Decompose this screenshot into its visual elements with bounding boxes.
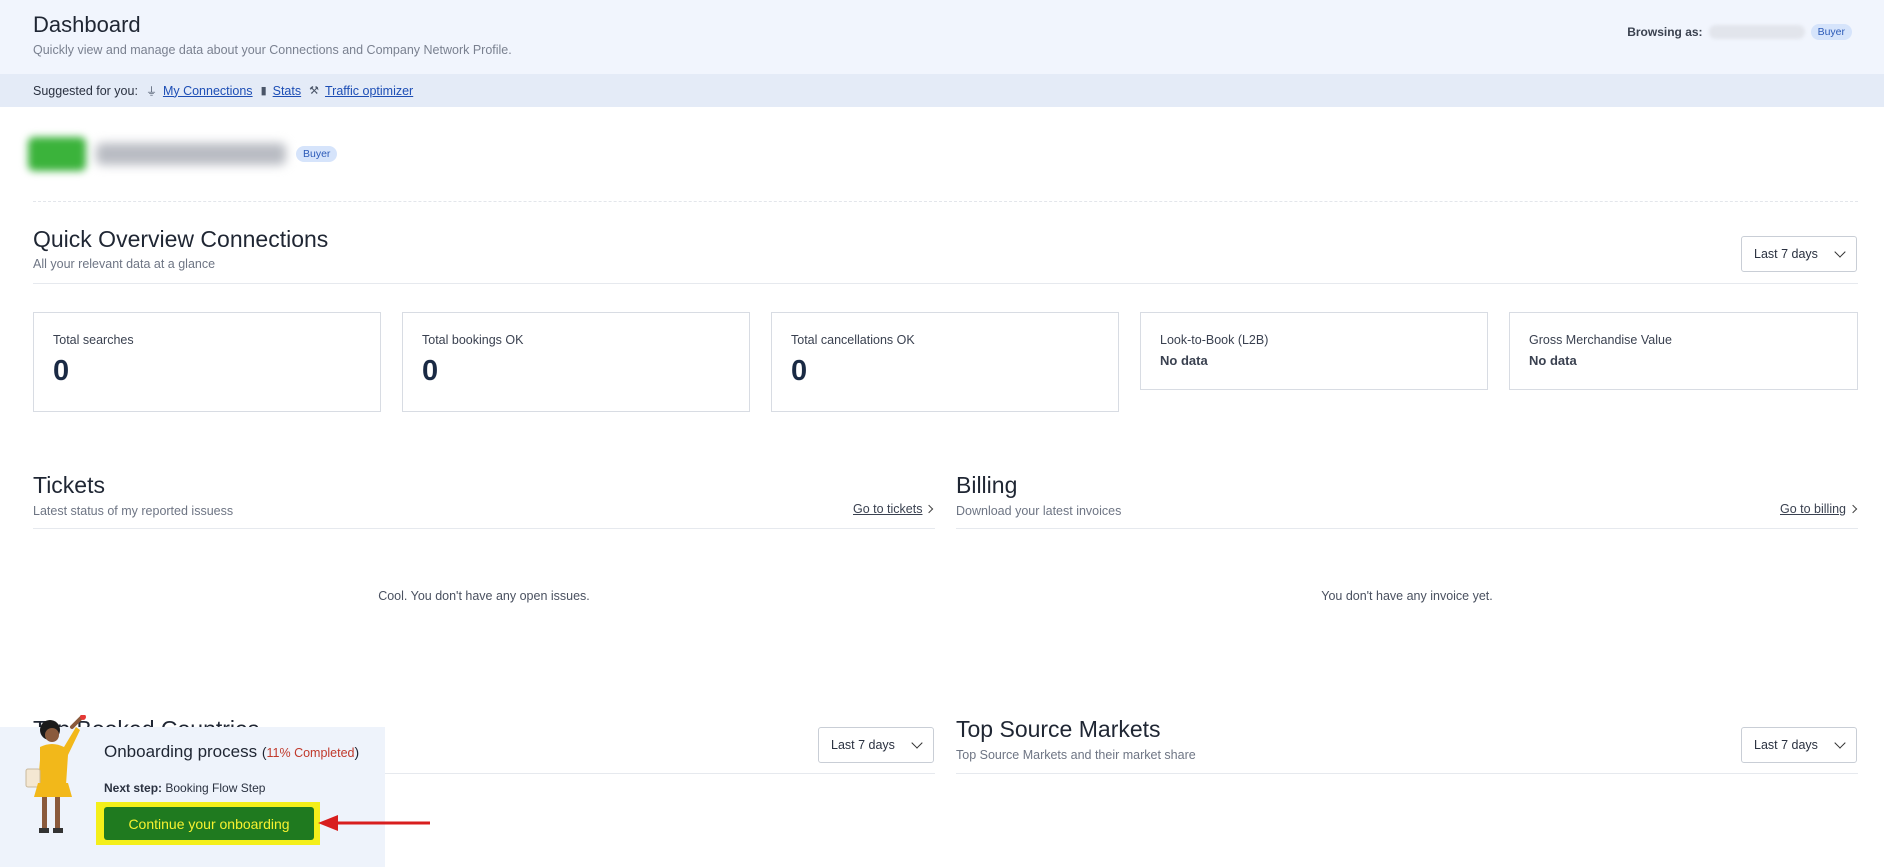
booked-countries-range-value: Last 7 days	[831, 738, 895, 752]
onboarding-title: Onboarding process (11% Completed)	[104, 742, 359, 762]
chevron-right-icon	[925, 504, 934, 514]
go-to-tickets-label: Go to tickets	[853, 502, 923, 516]
billing-empty-message: You don't have any invoice yet.	[1321, 589, 1493, 603]
dashboard-page: Dashboard Quickly view and manage data a…	[0, 0, 1884, 867]
go-to-billing-link[interactable]: Go to billing	[1780, 502, 1858, 516]
next-step-value: Booking Flow Step	[165, 781, 266, 795]
divider	[33, 201, 1858, 202]
chevron-down-icon	[1834, 246, 1846, 258]
page-title: Dashboard	[33, 12, 141, 37]
stat-value: No data	[1160, 353, 1208, 368]
stat-label: Look-to-Book (L2B)	[1160, 333, 1269, 347]
source-markets-range-select[interactable]: Last 7 days	[1741, 727, 1857, 763]
overview-range-value: Last 7 days	[1754, 247, 1818, 261]
blurred-user-name	[1708, 25, 1805, 39]
stat-label: Total bookings OK	[422, 333, 524, 347]
stat-value: 0	[53, 355, 70, 387]
stat-label: Gross Merchandise Value	[1529, 333, 1672, 347]
divider	[33, 528, 935, 529]
stat-card-total-cancellations: Total cancellations OK 0	[771, 312, 1119, 412]
company-header: Buyer	[28, 137, 338, 171]
wrench-icon: ⚒	[309, 85, 319, 97]
suggested-label: Suggested for you:	[33, 83, 138, 98]
onboarding-person-illustration	[25, 715, 86, 833]
chevron-down-icon	[911, 737, 923, 749]
divider	[956, 773, 1858, 774]
onboarding-title-text: Onboarding process	[104, 742, 258, 761]
page-subtitle: Quickly view and manage data about your …	[33, 43, 512, 57]
chevron-right-icon	[1848, 504, 1858, 514]
stat-card-total-searches: Total searches 0	[33, 312, 381, 412]
page-header: Dashboard Quickly view and manage data a…	[0, 0, 1884, 74]
source-markets-range-value: Last 7 days	[1754, 738, 1818, 752]
source-markets-subtitle: Top Source Markets and their market shar…	[956, 748, 1196, 762]
plug-icon: ⏚	[145, 85, 157, 98]
tickets-subtitle: Latest status of my reported issuess	[33, 504, 234, 518]
tickets-empty-message: Cool. You don't have any open issues.	[378, 589, 590, 603]
source-markets-title: Top Source Markets	[956, 716, 1161, 742]
browsing-as: Browsing as: Buyer	[1627, 24, 1852, 40]
divider	[33, 283, 1858, 284]
go-to-billing-label: Go to billing	[1780, 502, 1847, 516]
company-role-badge: Buyer	[296, 146, 338, 162]
company-logo	[28, 137, 86, 171]
billing-title: Billing	[956, 472, 1018, 498]
stat-card-gross-merchandise-value: Gross Merchandise Value No data	[1509, 312, 1858, 390]
stat-card-look-to-book: Look-to-Book (L2B) No data	[1140, 312, 1488, 390]
divider	[956, 528, 1858, 529]
stat-value: No data	[1529, 353, 1577, 368]
continue-onboarding-button[interactable]: Continue your onboarding	[104, 807, 314, 840]
overview-range-select[interactable]: Last 7 days	[1741, 236, 1857, 272]
onboarding-next-step: Next step: Booking Flow Step	[104, 781, 265, 795]
chevron-down-icon	[1834, 737, 1846, 749]
stat-card-total-bookings: Total bookings OK 0	[402, 312, 750, 412]
billing-subtitle: Download your latest invoices	[956, 504, 1122, 518]
stats-link[interactable]: Stats	[273, 84, 302, 98]
stat-value: 0	[422, 355, 439, 387]
stat-value: 0	[791, 355, 808, 387]
suggested-bar: Suggested for you: ⏚ My Connections ▮ St…	[0, 74, 1884, 107]
overview-subtitle: All your relevant data at a glance	[33, 257, 216, 271]
booked-countries-range-select[interactable]: Last 7 days	[818, 727, 934, 763]
paren-close: )	[354, 744, 360, 760]
my-connections-link[interactable]: My Connections	[163, 84, 253, 98]
role-badge: Buyer	[1810, 24, 1852, 40]
stat-label: Total cancellations OK	[791, 333, 915, 347]
red-arrow-annotation	[318, 815, 430, 831]
bar-chart-icon: ▮	[260, 85, 267, 97]
go-to-tickets-link[interactable]: Go to tickets	[853, 502, 934, 516]
tickets-title: Tickets	[33, 472, 105, 498]
overview-title: Quick Overview Connections	[33, 226, 329, 252]
blurred-company-name	[96, 143, 286, 165]
next-step-label: Next step:	[104, 781, 163, 795]
browsing-label: Browsing as:	[1627, 25, 1703, 39]
onboarding-progress: 11% Completed	[266, 746, 355, 760]
traffic-optimizer-link[interactable]: Traffic optimizer	[325, 84, 413, 98]
stat-label: Total searches	[53, 333, 134, 347]
